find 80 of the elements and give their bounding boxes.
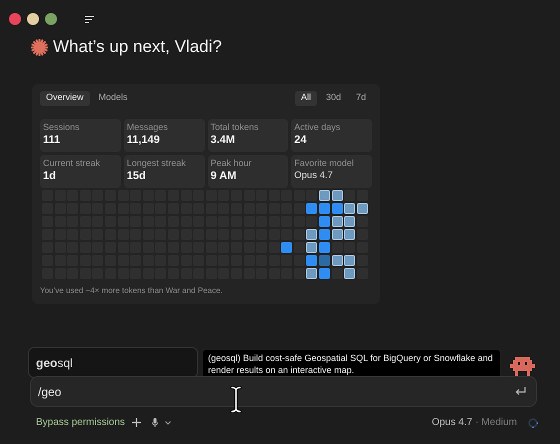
- activity-cell: [319, 242, 330, 253]
- stat-value: 15d: [126, 169, 147, 184]
- stat-value: 11,149: [126, 133, 161, 148]
- activity-cell: [344, 255, 356, 266]
- activity-cell: [356, 255, 368, 266]
- activity-cell: [319, 255, 330, 266]
- tooltip: (geosql) Build cost-safe Geospatial SQL for BigQuery or Snowflake and render results on an interactive map.: [203, 350, 500, 378]
- minimize-button[interactable]: [27, 13, 39, 25]
- activity-cell: [332, 242, 343, 253]
- activity-cell: [332, 203, 343, 214]
- stat-label: Current streak: [43, 157, 102, 169]
- activity-cell: [344, 190, 356, 201]
- activity-cell: [344, 229, 356, 240]
- activity-cell: [319, 268, 330, 279]
- microphone-icon[interactable]: [152, 418, 158, 427]
- model-name[interactable]: Opus 4.7: [432, 415, 472, 430]
- stat-label: Longest streak: [126, 157, 187, 169]
- activity-cell: [306, 268, 318, 279]
- activity-cell: [294, 203, 305, 214]
- stat-label: Sessions: [43, 121, 81, 133]
- activity-cell: [294, 268, 305, 279]
- usage-caption: You’ve used ~4× more tokens than War and Peace.: [40, 285, 224, 297]
- greeting: What’s up next, Vladi?: [53, 36, 222, 58]
- spinner-icon: [528, 418, 538, 428]
- activity-cell: [332, 268, 343, 279]
- activity-cell: [344, 203, 356, 214]
- activity-cell: [332, 229, 343, 240]
- activity-cell: [332, 190, 343, 201]
- stat-value: 3.4M: [210, 133, 236, 148]
- tab[interactable]: Overview: [40, 90, 90, 106]
- activity-cell: [306, 190, 318, 201]
- zoom-button[interactable]: [45, 13, 57, 25]
- tab[interactable]: All: [294, 90, 317, 106]
- tab[interactable]: 7d: [350, 90, 372, 106]
- prompt-field[interactable]: /geo: [30, 376, 537, 407]
- permission-mode-button[interactable]: Bypass permissions: [36, 415, 125, 430]
- suggestion-item[interactable]: geosql: [28, 347, 198, 378]
- text-cursor-icon: [230, 386, 242, 413]
- activity-cell: [306, 229, 318, 240]
- stat-value: 24: [294, 133, 308, 148]
- activity-cell: [294, 242, 305, 253]
- stat-label: Total tokens: [210, 121, 260, 133]
- activity-cell: [344, 268, 356, 279]
- activity-cell: [306, 242, 318, 253]
- activity-cell: [319, 203, 330, 214]
- activity-cell: [306, 255, 318, 266]
- activity-cell: [332, 216, 343, 227]
- stat-label: Messages: [126, 121, 169, 133]
- stat-label: Peak hour: [210, 157, 253, 169]
- stat-value: Opus 4.7: [294, 169, 334, 183]
- plus-icon[interactable]: [132, 418, 141, 427]
- stat-label: Active days: [294, 121, 342, 133]
- activity-cell: [356, 203, 368, 214]
- effort-level[interactable]: · Medium: [475, 415, 517, 430]
- activity-cell: [356, 229, 368, 240]
- activity-cell: [319, 216, 330, 227]
- asterisk-icon: [31, 38, 48, 56]
- activity-cell: [306, 203, 318, 214]
- stat-value: 1d: [43, 169, 57, 184]
- activity-cell: [319, 229, 330, 240]
- activity-cell: [281, 242, 292, 253]
- stat-value: 9 AM: [210, 169, 238, 184]
- activity-cell: [356, 268, 368, 279]
- activity-cell: [356, 216, 368, 227]
- activity-cell: [268, 242, 280, 253]
- activity-cell: [294, 229, 305, 240]
- activity-cell: [294, 255, 305, 266]
- stat-label: Favorite model: [294, 157, 355, 169]
- activity-cell: [344, 216, 356, 227]
- activity-cell: [306, 216, 318, 227]
- tab[interactable]: 30d: [320, 90, 347, 106]
- close-button[interactable]: [9, 13, 21, 25]
- robot-icon: [510, 357, 535, 376]
- enter-icon[interactable]: [515, 387, 526, 396]
- menu-icon[interactable]: [85, 16, 94, 22]
- chevron-down-icon[interactable]: [164, 420, 171, 424]
- tab[interactable]: Models: [92, 90, 134, 106]
- stat-value: 111: [43, 133, 62, 148]
- activity-cell: [332, 255, 343, 266]
- activity-cell: [319, 190, 330, 201]
